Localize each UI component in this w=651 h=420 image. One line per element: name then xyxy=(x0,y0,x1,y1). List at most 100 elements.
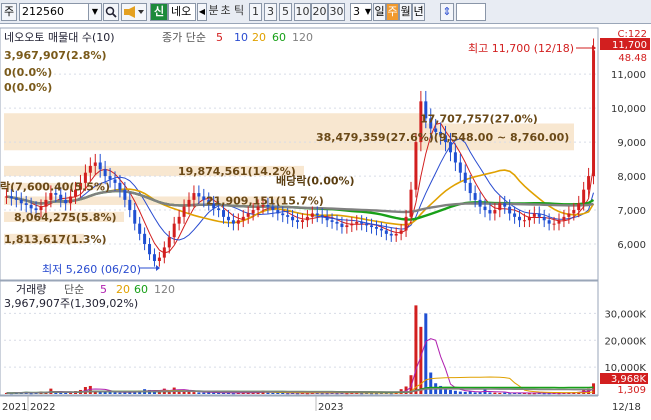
candle-body xyxy=(498,203,502,211)
candle-body xyxy=(379,228,383,231)
speaker-icon xyxy=(124,6,144,18)
candle-body xyxy=(138,223,142,234)
price-y-tick: 9,000 xyxy=(617,138,646,149)
code-dropdown-button[interactable]: ▼ xyxy=(88,3,102,21)
candle-body xyxy=(542,216,546,221)
candle-body xyxy=(345,225,349,228)
chevron-down-icon: ▼ xyxy=(91,7,99,16)
candle-body xyxy=(458,162,462,173)
candle-body xyxy=(113,179,117,183)
price-y-tick: 7,000 xyxy=(617,206,646,217)
candle-body xyxy=(305,216,309,221)
candle-body xyxy=(340,223,344,228)
candle-body xyxy=(513,213,517,217)
period-week[interactable]: 주 xyxy=(386,3,399,21)
market-select[interactable]: 주 xyxy=(1,3,17,21)
candle-body xyxy=(547,220,551,224)
axis-labels: 6,000 7,000 8,000 9,000 10,000 11,000 10,000K 2… xyxy=(604,70,646,374)
period-day[interactable]: 일 xyxy=(373,3,386,21)
interval-1[interactable]: 1 xyxy=(249,3,262,21)
stock-chart[interactable]: 17,707,757(27.0%) 38,479,359(27.6%)(9,548… xyxy=(0,25,651,417)
avg-volume-label: 1,309 xyxy=(617,385,646,396)
volume-profile-band xyxy=(4,113,424,124)
interval-10[interactable]: 10 xyxy=(294,3,311,21)
candle-body xyxy=(29,204,33,209)
price-y-tick: 10,000 xyxy=(611,104,646,115)
candle-body xyxy=(330,220,334,222)
candle-body xyxy=(182,206,186,217)
chart-area[interactable]: 17,707,757(27.0%) 38,479,359(27.6%)(9,548… xyxy=(0,25,651,417)
candle-body xyxy=(404,216,408,231)
candle-body xyxy=(103,169,107,177)
search-button[interactable] xyxy=(103,3,119,21)
new-badge-label: 신 xyxy=(153,5,165,18)
period-tick[interactable]: 틱 xyxy=(232,3,246,21)
candle-body xyxy=(162,247,166,258)
stock-name-field: 네오 xyxy=(168,3,196,21)
period-week-label: 주 xyxy=(387,5,398,18)
volume-y-tick: 20,000K xyxy=(604,336,646,347)
volume-ma-20: 20 xyxy=(116,283,130,296)
price-panel-title: 네오오토 매물대 수(10) xyxy=(4,31,115,44)
period-minute[interactable]: 분 xyxy=(208,3,219,21)
count-value: 3 xyxy=(353,5,360,18)
candle-body xyxy=(567,213,571,217)
candle-body xyxy=(69,196,73,204)
candle-body xyxy=(88,165,92,173)
count-select[interactable]: 3 ▼ xyxy=(350,3,372,21)
candle-body xyxy=(320,215,324,217)
interval-20-label: 20 xyxy=(312,5,327,18)
candle-body xyxy=(152,254,156,262)
candle-body xyxy=(335,221,339,224)
candle-body xyxy=(572,210,576,214)
volume-bar xyxy=(493,392,497,394)
period-year[interactable]: 년 xyxy=(412,3,425,21)
period-tick-label: 틱 xyxy=(233,4,245,17)
candle-body xyxy=(562,216,566,221)
candle-body xyxy=(493,210,497,214)
interval-5[interactable]: 5 xyxy=(279,3,292,21)
speaker-button[interactable] xyxy=(121,3,147,21)
chart-toolbar: 주 212560 ▼ 신 네오 ◀ 분 초 틱 1 3 5 10 20 30 3… xyxy=(0,0,651,24)
top-label-1: C:122 xyxy=(618,29,647,40)
volume-bar xyxy=(266,392,270,394)
price-y-tick: 8,000 xyxy=(617,172,646,183)
candle-body xyxy=(350,223,354,226)
interval-1-label: 1 xyxy=(252,5,259,18)
candle-body xyxy=(478,199,482,207)
candle-body xyxy=(4,196,8,198)
candle-body xyxy=(577,203,581,211)
volume-bar xyxy=(429,372,433,394)
candle-body xyxy=(582,189,586,204)
price-ma-120: 120 xyxy=(292,31,313,44)
period-second[interactable]: 초 xyxy=(220,3,231,21)
period-month[interactable]: 월 xyxy=(399,3,412,21)
interval-20[interactable]: 20 xyxy=(311,3,328,21)
candle-body xyxy=(49,193,53,200)
candle-body xyxy=(453,152,457,163)
price-ma-20: 20 xyxy=(252,31,266,44)
volume-ma-120: 120 xyxy=(154,283,175,296)
volume-bar xyxy=(281,392,285,394)
interval-30[interactable]: 30 xyxy=(328,3,345,21)
candle-body xyxy=(236,220,240,224)
volume-y-tick: 30,000K xyxy=(604,309,646,320)
candle-body xyxy=(503,203,507,207)
updown-arrow-icon: ⇕ xyxy=(442,5,452,18)
scroll-updown-button[interactable]: ⇕ xyxy=(440,3,454,21)
prev-button[interactable]: ◀ xyxy=(197,3,207,21)
stock-code-input[interactable]: 212560 xyxy=(19,3,89,21)
volume-bar xyxy=(108,392,112,394)
current-volume-note: 3,967,907주(1,309,02%) xyxy=(4,297,138,310)
volume-panel-title: 거래량 xyxy=(16,283,46,296)
new-stock-badge: 신 xyxy=(150,3,168,21)
x-label-2021: 2021 xyxy=(2,402,27,413)
x-label-2023: 2023 xyxy=(318,402,343,413)
extra-input[interactable] xyxy=(456,3,486,21)
price-y-tick: 6,000 xyxy=(617,240,646,251)
band-label: 38,479,359(27.6%)(9,548.00 ~ 8,760.00) xyxy=(316,131,569,144)
candle-body xyxy=(399,230,403,234)
candle-body xyxy=(291,216,295,221)
interval-3[interactable]: 3 xyxy=(264,3,277,21)
candle-body xyxy=(128,199,132,211)
